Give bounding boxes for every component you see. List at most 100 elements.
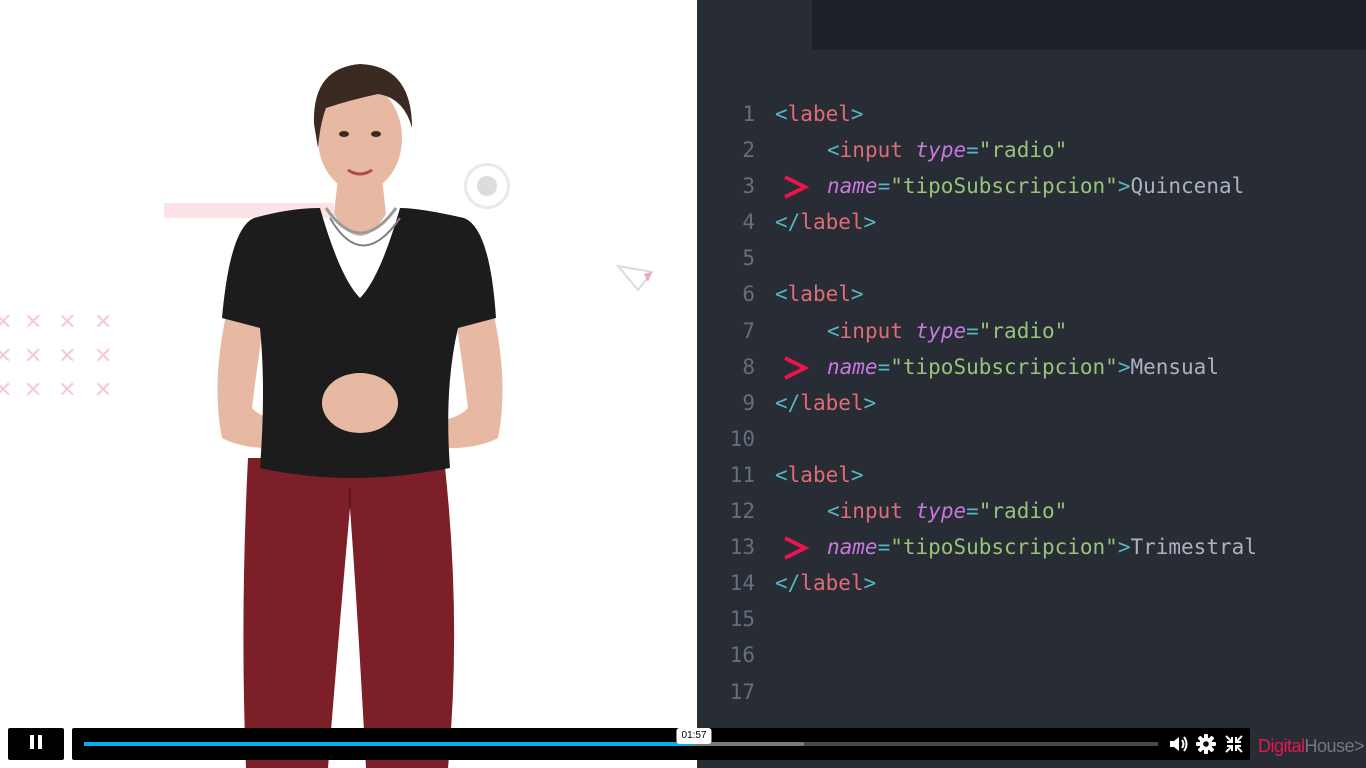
code-line: 8 name="tipoSubscripcion">Mensual xyxy=(697,349,1366,385)
play-pause-button[interactable] xyxy=(8,728,64,760)
line-number: 3 xyxy=(742,174,755,199)
line-number: 5 xyxy=(742,246,755,271)
line-number: 8 xyxy=(742,354,755,379)
line-number: 2 xyxy=(742,138,755,163)
settings-gear-icon[interactable] xyxy=(1194,732,1218,756)
code-text: </label> xyxy=(775,565,876,601)
code-text: <label> xyxy=(775,96,864,132)
code-token: label xyxy=(787,462,851,487)
code-token: input xyxy=(839,499,903,524)
code-token: > xyxy=(863,210,877,235)
code-token: = xyxy=(877,354,891,379)
code-token: "radio" xyxy=(978,499,1068,524)
code-token: < xyxy=(827,318,840,343)
code-line: 14 </label> xyxy=(697,565,1366,601)
code-token: type xyxy=(915,138,967,163)
code-line: 1 <label> xyxy=(697,96,1366,132)
control-bar: 01:57 xyxy=(72,728,1250,760)
highlight-chevron-icon xyxy=(784,536,810,560)
line-number: 9 xyxy=(742,390,755,415)
code-token: label xyxy=(787,282,851,307)
code-line: 3 name="tipoSubscripcion">Quincenal xyxy=(697,168,1366,204)
code-line: 17 xyxy=(697,674,1366,710)
code-text: name="tipoSubscripcion">Trimestral xyxy=(827,529,1257,565)
line-number: 1 xyxy=(742,102,755,126)
code-token: < xyxy=(827,499,840,524)
editor-header-block xyxy=(812,0,1366,50)
code-text: <input type="radio" xyxy=(827,493,1067,529)
code-token: > xyxy=(850,102,864,126)
code-token: input xyxy=(839,318,903,343)
code-line: 13 name="tipoSubscripcion">Trimestral xyxy=(697,529,1366,565)
code-token: "tipoSubscripcion" xyxy=(890,535,1118,560)
line-number: 7 xyxy=(742,318,755,343)
code-text: <input type="radio" xyxy=(827,132,1067,168)
code-token: Trimestral xyxy=(1130,535,1257,560)
code-token: type xyxy=(915,318,967,343)
exit-fullscreen-icon[interactable] xyxy=(1222,732,1246,756)
code-line: 10 xyxy=(697,421,1366,457)
code-line: 9 </label> xyxy=(697,385,1366,421)
code-token: type xyxy=(915,499,967,524)
line-number: 10 xyxy=(729,426,755,451)
code-token: name xyxy=(827,354,878,379)
code-token: input xyxy=(839,138,903,163)
code-token: Mensual xyxy=(1130,354,1219,379)
code-editor-pane: 1 <label> 2 <input type="radio" 3 name="tipoS… xyxy=(697,0,1366,768)
line-number: 14 xyxy=(729,571,755,596)
code-token: Quincenal xyxy=(1130,174,1245,199)
code-line: 2 <input type="radio" xyxy=(697,132,1366,168)
highlight-chevron-icon xyxy=(784,355,810,380)
line-number: 6 xyxy=(742,282,755,307)
code-line: 16 xyxy=(697,637,1366,673)
code-token: < xyxy=(775,282,788,307)
code-line: 7 <input type="radio" xyxy=(697,313,1366,349)
code-line: 4 </label> xyxy=(697,204,1366,240)
code-token: = xyxy=(966,138,979,163)
code-token: > xyxy=(863,571,877,596)
code-token: = xyxy=(877,174,891,199)
code-token: = xyxy=(966,318,979,343)
code-text: </label> xyxy=(775,385,876,421)
code-line: 11 <label> xyxy=(697,457,1366,493)
code-token: < xyxy=(827,138,840,163)
line-number: 12 xyxy=(729,499,755,524)
code-line: 6 <label> xyxy=(697,276,1366,312)
line-number: 17 xyxy=(729,679,755,704)
highlight-chevron-icon xyxy=(784,175,810,199)
played-progress xyxy=(84,742,695,746)
code-token: label xyxy=(800,571,864,596)
code-token: > xyxy=(1117,174,1131,199)
code-token: > xyxy=(863,390,877,415)
code-text: name="tipoSubscripcion">Mensual xyxy=(827,349,1219,385)
decorative-cursor-arrow-icon xyxy=(615,264,654,292)
line-number: 11 xyxy=(729,462,755,487)
presenter-figure xyxy=(217,64,503,768)
code-token: > xyxy=(1117,535,1131,560)
current-time-tooltip: 01:57 xyxy=(676,728,712,744)
code-token: "tipoSubscripcion" xyxy=(890,354,1118,379)
line-number: 15 xyxy=(729,607,755,632)
line-number: 4 xyxy=(742,210,755,235)
code-token: label xyxy=(787,102,851,126)
code-text: <label> xyxy=(775,276,864,312)
code-token: = xyxy=(966,499,979,524)
code-token: "tipoSubscripcion" xyxy=(890,174,1118,199)
progress-track[interactable]: 01:57 xyxy=(84,728,1158,746)
code-text: </label> xyxy=(775,204,876,240)
code-lines: 1 <label> 2 <input type="radio" 3 name="tipoS… xyxy=(697,96,1366,710)
code-token: < xyxy=(775,462,788,487)
code-token: name xyxy=(827,174,878,199)
code-line: 15 xyxy=(697,601,1366,637)
code-token: name xyxy=(827,535,878,560)
line-number: 16 xyxy=(729,643,755,668)
code-text: name="tipoSubscripcion">Quincenal xyxy=(827,168,1244,204)
volume-icon[interactable] xyxy=(1166,732,1190,756)
code-token: label xyxy=(800,390,864,415)
code-token: < xyxy=(775,102,788,126)
pause-icon xyxy=(28,734,44,754)
presenter-pane: ✕ ✕ ✕ ✕ ✕ ✕ ✕ ✕ ✕ ✕ ✕ ✕ xyxy=(0,0,697,768)
